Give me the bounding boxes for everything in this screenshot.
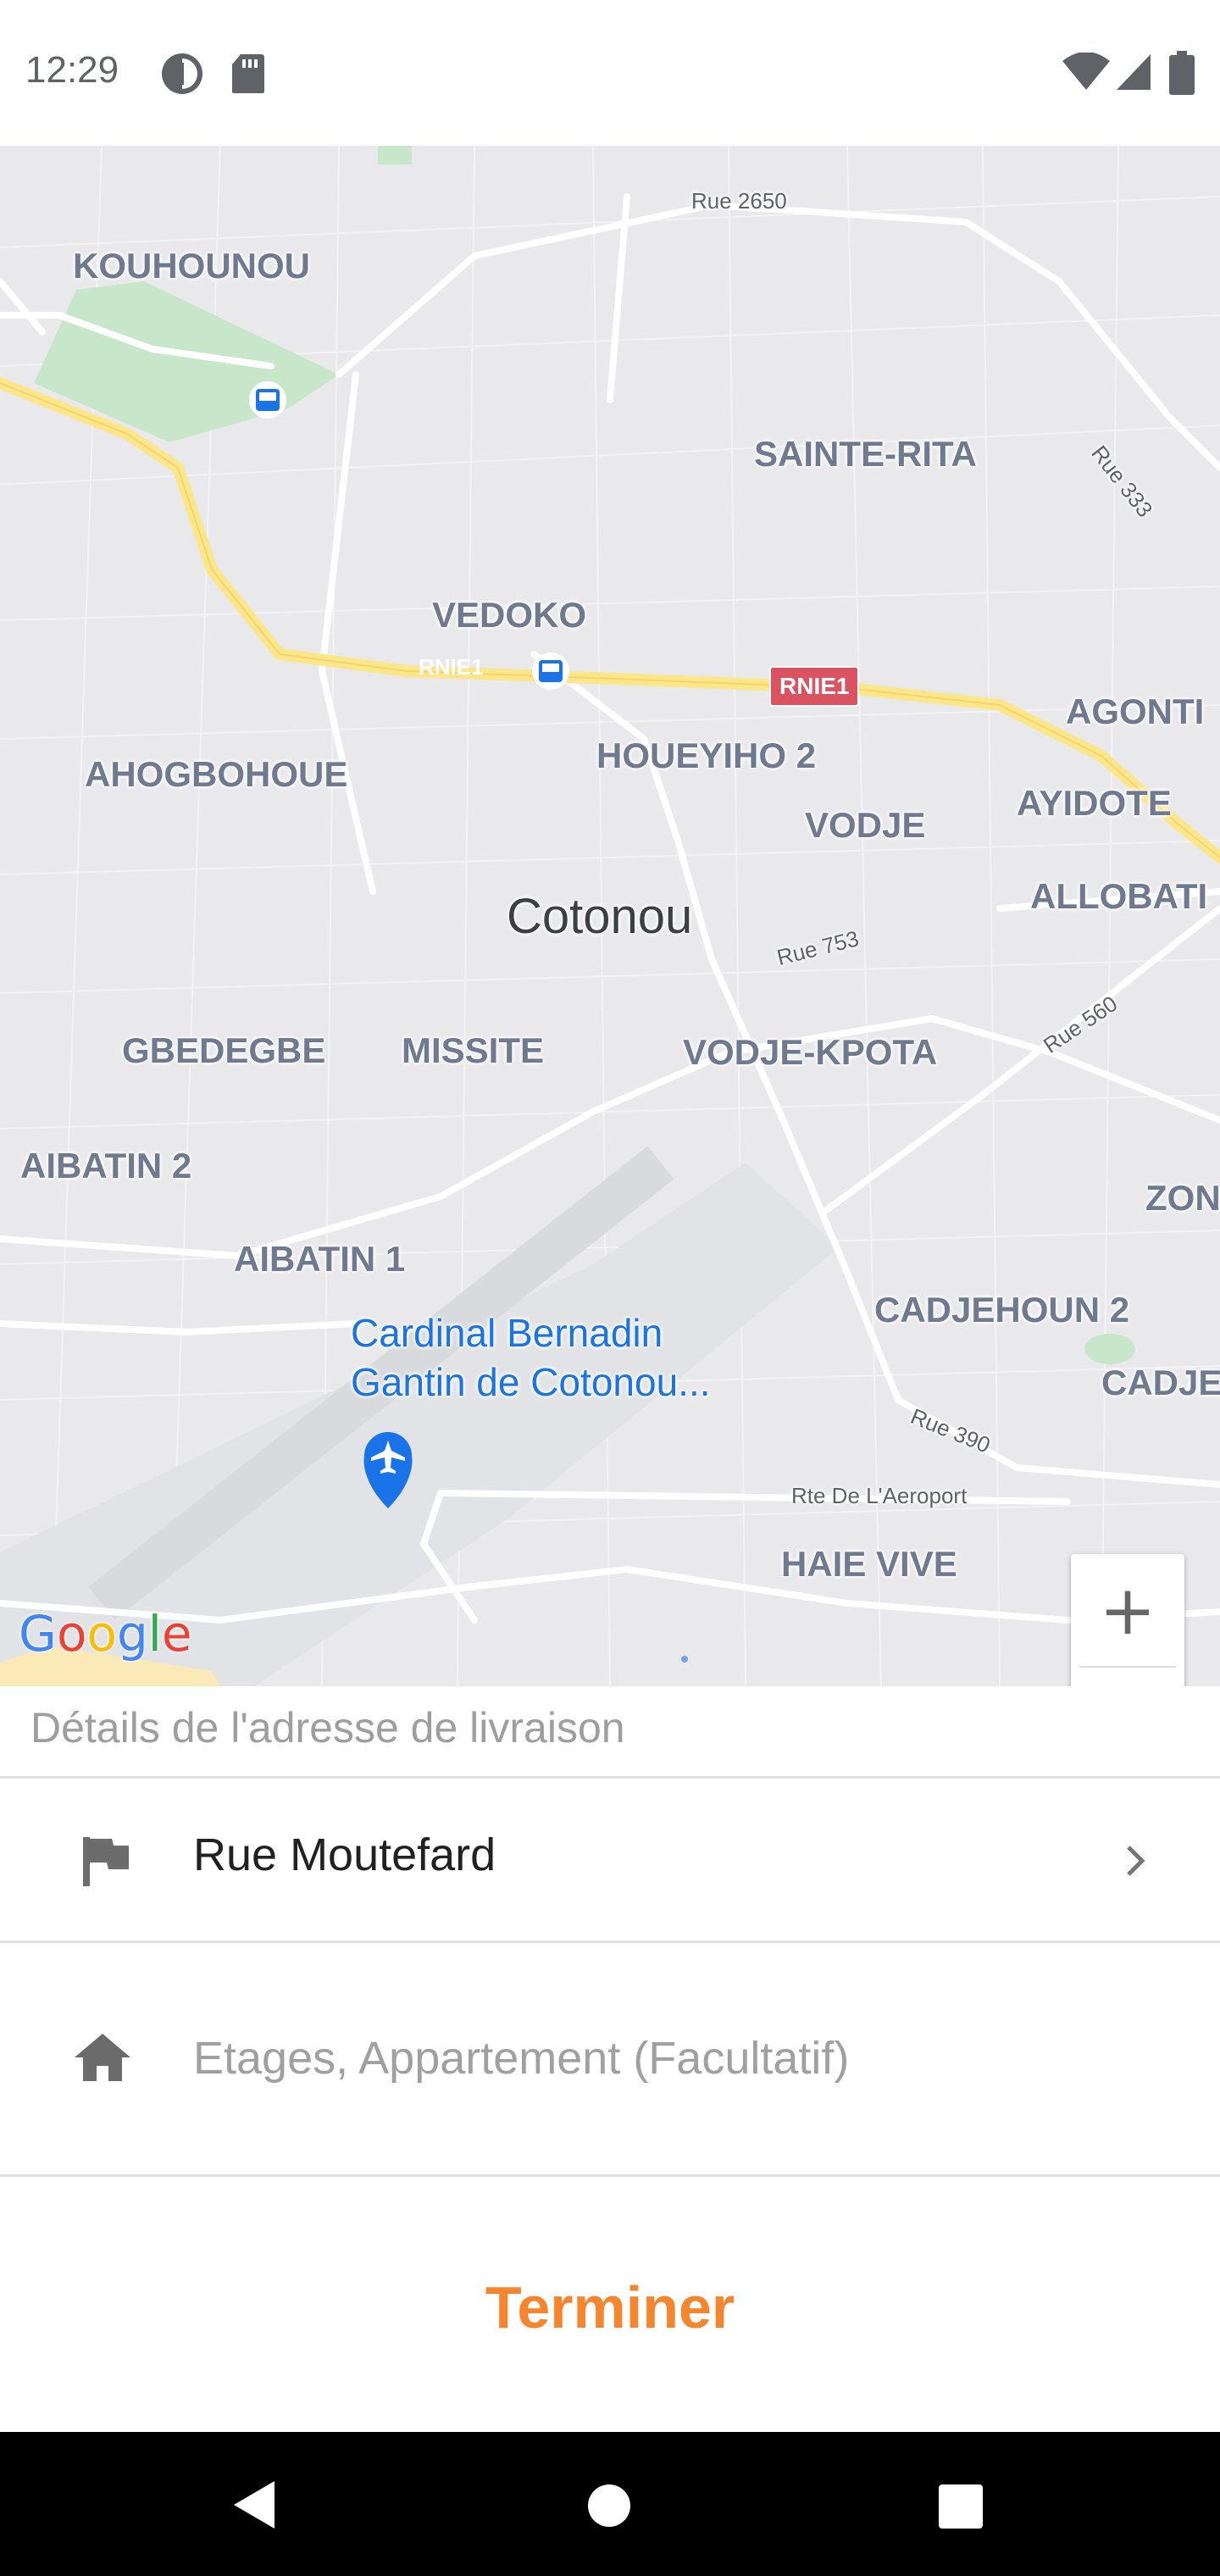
poi-name-line2: Gantin de Cotonou... (351, 1360, 711, 1404)
street-label-rue-2650: Rue 2650 (691, 188, 787, 214)
map-label-allobati: ALLOBATI (1030, 876, 1208, 916)
street-label-rte-aeroport: Rte De L'Aeroport (791, 1483, 968, 1508)
zoom-out-button[interactable]: − (1071, 1668, 1184, 1687)
status-bar: 12:29 (0, 0, 1220, 146)
chevron-right-icon (1127, 1846, 1145, 1876)
map-label-ahogbohoue: AHOGBOHOUE (85, 754, 348, 794)
map-label-vodje-kpota: VODJE-KPOTA (683, 1032, 938, 1072)
map-label-cadjeh: CADJEH (1101, 1363, 1220, 1402)
bus-stop-icon (532, 652, 569, 690)
map-label-vedoko: VEDOKO (432, 595, 587, 635)
street-label-rnie1: RNIE1 (419, 654, 484, 680)
zoom-in-button[interactable]: + (1071, 1554, 1184, 1666)
bus-stop-icon (249, 381, 286, 419)
map-label-city: Cotonou (507, 889, 693, 944)
apartment-details-row (0, 1944, 1220, 2174)
divider (0, 1776, 1220, 1779)
map-label-vodje: VODJE (805, 805, 926, 845)
zoom-controls: + − (1071, 1554, 1184, 1686)
back-icon[interactable] (230, 2479, 276, 2530)
map-label-aibatin-2: AIBATIN 2 (20, 1146, 192, 1185)
map-view[interactable]: KOUHOUNOU SAINTE-RITA VEDOKO AGONTI AHOG… (0, 146, 1220, 1686)
status-time: 12:29 (25, 49, 119, 91)
section-title: Détails de l'adresse de livraison (30, 1704, 625, 1752)
poi-name-line1: Cardinal Bernadin (351, 1311, 663, 1355)
data-saver-icon (162, 53, 202, 94)
navigation-bar (0, 2432, 1220, 2576)
poi-airport-label[interactable]: Cardinal Bernadin Gantin de Cotonou... (351, 1308, 711, 1407)
map-label-zon: ZON (1145, 1178, 1220, 1218)
map-label-gbedegbe: GBEDEGBE (122, 1030, 326, 1070)
map-label-agonti: AGONTI (1066, 691, 1205, 731)
apartment-details-input[interactable] (193, 2032, 1125, 2085)
map-label-houeyiho-2: HOUEYIHO 2 (596, 736, 817, 775)
divider (0, 1940, 1220, 1943)
cell-signal-icon (1117, 54, 1151, 90)
recents-icon[interactable] (939, 2484, 983, 2529)
map-label-ayidote: AYIDOTE (1017, 783, 1172, 823)
finish-button[interactable]: Terminer (0, 2178, 1220, 2437)
home-circle-icon[interactable] (586, 2483, 632, 2529)
divider (0, 2174, 1220, 2177)
map-label-kouhounou: KOUHOUNOU (73, 246, 310, 286)
map-label-haie-vive: HAIE VIVE (781, 1544, 957, 1584)
map-label-aibatin-1: AIBATIN 1 (234, 1239, 406, 1279)
map-label-missite: MISSITE (402, 1030, 545, 1070)
map-label-cadjehoun-2: CADJEHOUN 2 (874, 1290, 1130, 1330)
battery-icon (1169, 51, 1195, 95)
google-logo[interactable]: Google (19, 1605, 192, 1663)
road-badge-rnie1: RNIE1 (769, 666, 860, 707)
street-address-row[interactable]: Rue Moutefard (0, 1779, 1220, 1940)
wifi-icon (1062, 53, 1110, 90)
street-value: Rue Moutefard (193, 1829, 496, 1880)
map-label-sainte-rita: SAINTE-RITA (754, 434, 977, 474)
home-icon (75, 2034, 130, 2081)
flag-icon (83, 1837, 129, 1886)
sd-card-icon (232, 54, 264, 93)
